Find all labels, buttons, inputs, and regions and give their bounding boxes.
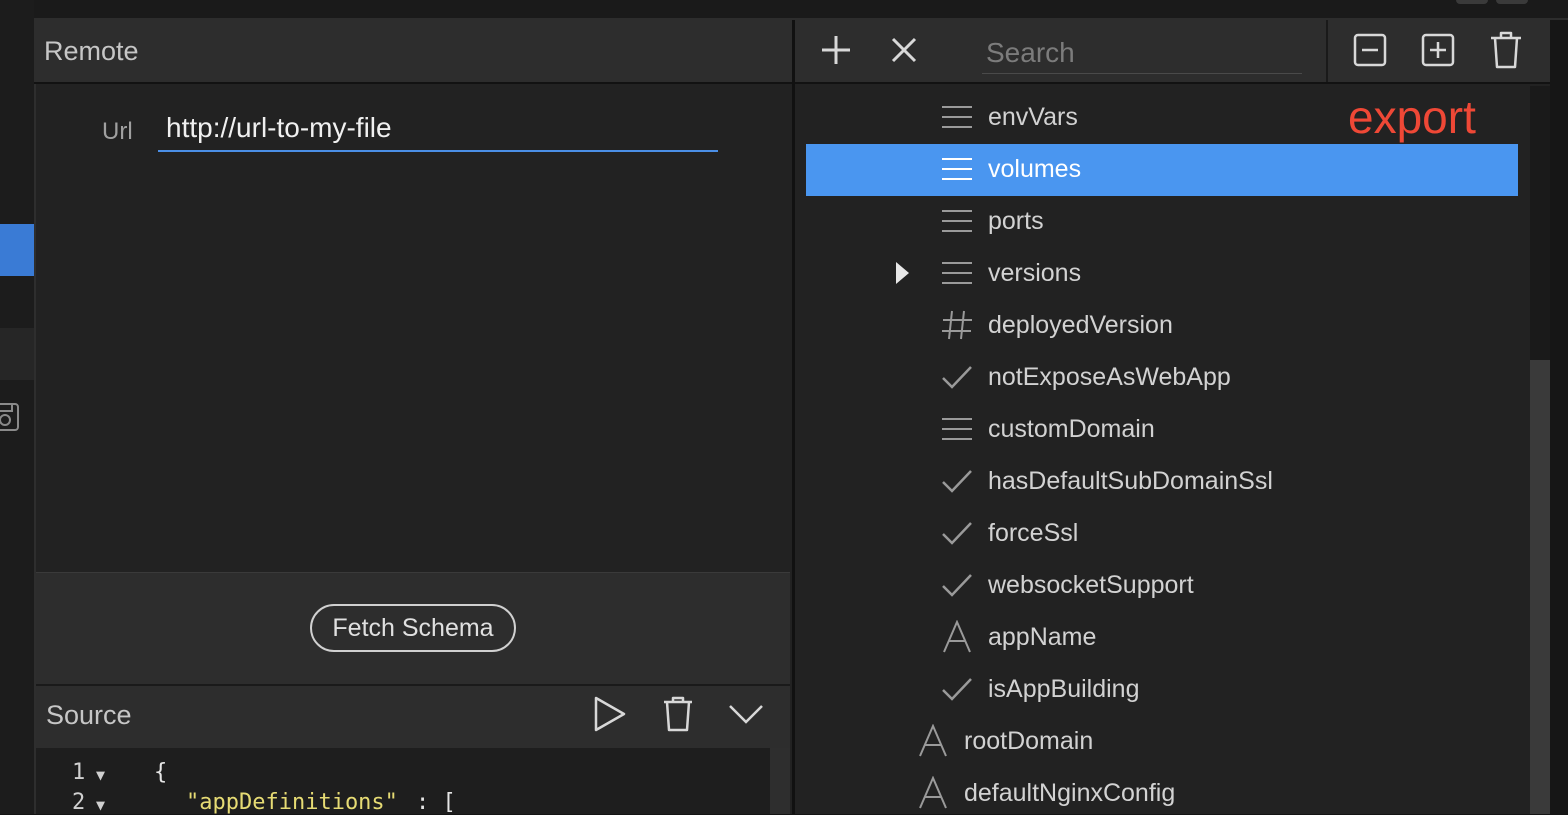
top-window-button[interactable] bbox=[1456, 0, 1488, 4]
tree-item-label[interactable]: isAppBuilding bbox=[988, 675, 1140, 704]
tree-item-label[interactable]: volumes bbox=[988, 155, 1081, 184]
delete-icon[interactable] bbox=[1488, 30, 1524, 70]
code-scrollbar[interactable] bbox=[770, 748, 790, 814]
expand-all-icon[interactable] bbox=[1420, 32, 1456, 68]
string-icon bbox=[919, 724, 947, 757]
chevron-down-icon[interactable] bbox=[726, 696, 766, 732]
remote-header bbox=[34, 20, 792, 84]
list-icon bbox=[942, 210, 972, 232]
tree-item-label[interactable]: notExposeAsWebApp bbox=[988, 363, 1231, 392]
selected-tree-row[interactable] bbox=[806, 144, 1518, 196]
tree-item-label[interactable]: rootDomain bbox=[964, 727, 1093, 756]
top-window-button[interactable] bbox=[1496, 0, 1528, 4]
toolbar-separator bbox=[1326, 20, 1328, 82]
fold-arrow-icon[interactable]: ▼ bbox=[96, 766, 105, 784]
list-icon bbox=[942, 158, 972, 180]
line-number: 1 bbox=[72, 760, 86, 785]
tree-item-label[interactable]: versions bbox=[988, 259, 1081, 288]
string-icon bbox=[943, 620, 971, 653]
list-icon bbox=[942, 106, 972, 128]
check-icon bbox=[942, 522, 972, 545]
left-edge-item[interactable] bbox=[0, 328, 34, 380]
export-annotation: export bbox=[1348, 91, 1476, 143]
check-icon bbox=[942, 470, 972, 493]
close-icon[interactable] bbox=[888, 34, 920, 66]
url-label: Url bbox=[102, 118, 133, 145]
tree-item-label[interactable]: deployedVersion bbox=[988, 311, 1173, 340]
fold-arrow-icon[interactable]: ▼ bbox=[96, 796, 105, 814]
tree-item-label[interactable]: hasDefaultSubDomainSsl bbox=[988, 467, 1273, 496]
tree-item-label[interactable]: defaultNginxConfig bbox=[964, 779, 1175, 808]
code-editor[interactable] bbox=[36, 748, 790, 814]
tree-item-label[interactable]: customDomain bbox=[988, 415, 1155, 444]
list-icon bbox=[942, 262, 972, 284]
hash-icon bbox=[942, 310, 972, 340]
save-icon[interactable] bbox=[0, 402, 20, 432]
check-icon bbox=[942, 678, 972, 701]
check-icon bbox=[942, 574, 972, 597]
tree-item-label[interactable]: envVars bbox=[988, 103, 1078, 132]
right-gutter bbox=[1550, 20, 1568, 814]
tree-item-label[interactable]: forceSsl bbox=[988, 519, 1078, 548]
expand-arrow-icon[interactable] bbox=[892, 260, 912, 286]
run-icon[interactable] bbox=[590, 694, 630, 734]
tree-scroll-thumb[interactable] bbox=[1530, 360, 1550, 814]
code-line: { bbox=[154, 760, 168, 785]
trash-icon[interactable] bbox=[658, 694, 698, 734]
left-edge-active-item[interactable] bbox=[0, 224, 34, 276]
code-punct: : [ bbox=[416, 790, 456, 815]
line-number: 2 bbox=[72, 790, 86, 815]
top-bar bbox=[34, 0, 1568, 20]
fetch-schema-button[interactable]: Fetch Schema bbox=[310, 604, 516, 652]
collapse-all-icon[interactable] bbox=[1352, 32, 1388, 68]
url-input[interactable] bbox=[158, 106, 718, 152]
tree-item-label[interactable]: ports bbox=[988, 207, 1044, 236]
tree-item-label[interactable]: appName bbox=[988, 623, 1096, 652]
add-icon[interactable] bbox=[818, 32, 854, 68]
source-title: Source bbox=[46, 700, 132, 730]
remote-title: Remote bbox=[44, 36, 139, 66]
tree-item-label[interactable]: websocketSupport bbox=[988, 571, 1194, 600]
search-input[interactable] bbox=[982, 32, 1302, 74]
list-icon bbox=[942, 418, 972, 440]
code-key: "appDefinitions" bbox=[186, 790, 398, 815]
string-icon bbox=[919, 776, 947, 809]
check-icon bbox=[942, 366, 972, 389]
